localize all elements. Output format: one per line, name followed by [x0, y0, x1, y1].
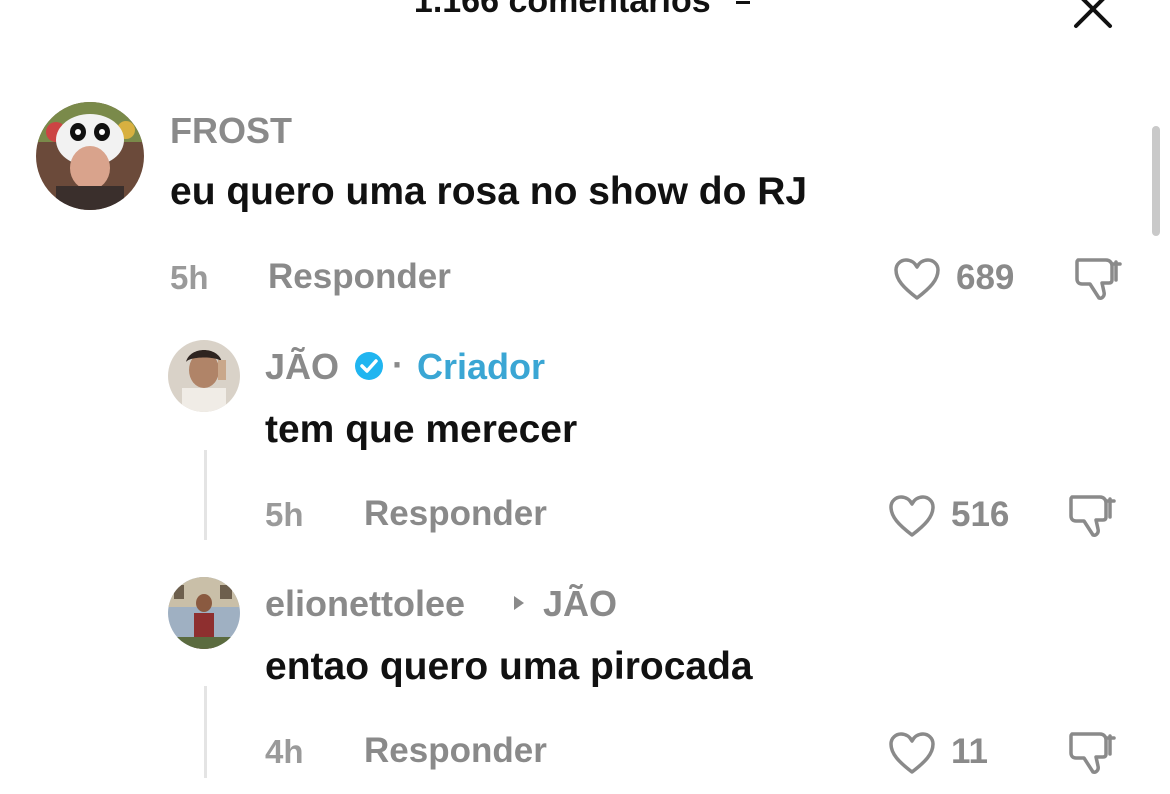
close-icon	[1074, 0, 1112, 28]
heart-icon	[889, 495, 935, 537]
comment-text: tem que merecer	[265, 408, 578, 451]
reply-button[interactable]: Responder	[364, 494, 547, 534]
like-button[interactable]	[887, 730, 937, 781]
comment-text: eu quero uma rosa no show do RJ	[170, 170, 808, 213]
creator-tag: Criador	[417, 346, 546, 387]
heart-icon	[894, 258, 940, 300]
avatar[interactable]	[36, 102, 144, 210]
scrollbar[interactable]	[1152, 126, 1160, 236]
comment-time: 4h	[265, 733, 304, 770]
comment-text: entao quero uma pirocada	[265, 645, 753, 688]
close-button[interactable]	[1070, 0, 1116, 32]
comment-username[interactable]: FROST	[170, 110, 292, 152]
like-button[interactable]	[887, 493, 937, 544]
thread-line	[204, 686, 207, 778]
reply-button[interactable]: Responder	[364, 731, 547, 771]
comment-time: 5h	[170, 259, 209, 296]
like-button[interactable]	[892, 256, 942, 307]
dislike-button[interactable]	[1072, 252, 1124, 309]
comment-username[interactable]: elionettolee	[265, 583, 465, 625]
verified-badge-icon	[354, 351, 384, 386]
like-count: 516	[951, 495, 1010, 534]
separator-dot: ·	[392, 344, 404, 385]
comments-count-title[interactable]: 1.166 comentários	[0, 0, 1170, 23]
avatar[interactable]	[168, 340, 240, 412]
like-count: 689	[956, 258, 1015, 297]
comment-time: 5h	[265, 496, 304, 533]
reply-to-username[interactable]: JÃO	[543, 583, 617, 625]
avatar[interactable]	[168, 577, 240, 649]
thumbs-down-icon	[1069, 732, 1116, 774]
dislike-button[interactable]	[1066, 726, 1118, 783]
thumbs-down-icon	[1069, 495, 1116, 537]
dislike-button[interactable]	[1066, 489, 1118, 546]
filter-icon[interactable]	[730, 0, 756, 23]
thumbs-down-icon	[1075, 258, 1122, 300]
comment-username[interactable]: JÃO	[265, 346, 339, 388]
like-count: 11	[951, 732, 988, 771]
heart-icon	[889, 732, 935, 774]
thread-line	[204, 450, 207, 540]
reply-arrow-icon	[512, 594, 526, 617]
comments-count-label: 1.166 comentários	[413, 0, 711, 20]
reply-button[interactable]: Responder	[268, 257, 451, 297]
